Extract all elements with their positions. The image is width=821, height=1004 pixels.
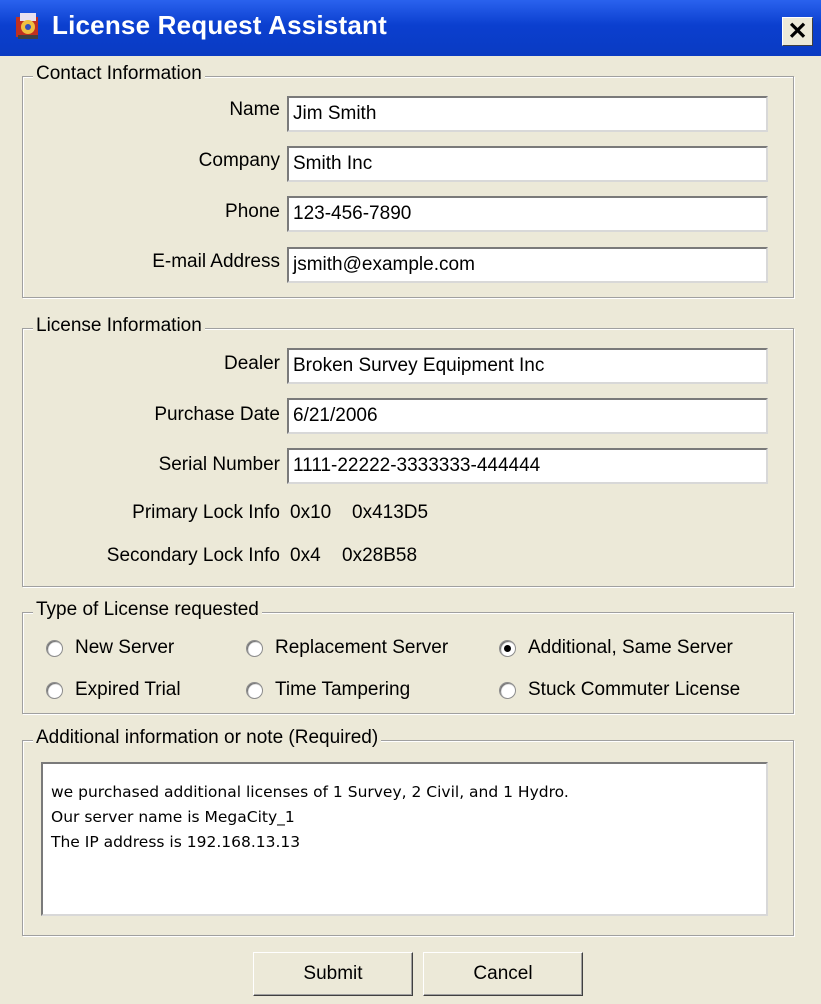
radio-expired-trial-label: Expired Trial bbox=[75, 679, 181, 700]
radio-new-server-label: New Server bbox=[75, 637, 175, 658]
radio-new-server[interactable]: New Server bbox=[46, 637, 174, 659]
close-icon[interactable]: ✕ bbox=[782, 17, 813, 46]
radio-stuck-commuter-license-label: Stuck Commuter License bbox=[528, 679, 741, 700]
radio-icon bbox=[46, 681, 63, 699]
notes-legend: Additional information or note (Required… bbox=[33, 727, 382, 749]
radio-icon bbox=[246, 681, 263, 699]
primary-lock-info-label: Primary Lock Info bbox=[132, 502, 280, 523]
dealer-label: Dealer bbox=[224, 353, 280, 374]
radio-icon bbox=[499, 681, 516, 699]
radio-expired-trial[interactable]: Expired Trial bbox=[46, 679, 181, 701]
radio-replacement-server-label: Replacement Server bbox=[275, 637, 449, 658]
company-field[interactable]: Smith Inc bbox=[287, 146, 768, 182]
app-icon bbox=[16, 13, 38, 39]
contact-information-legend: Contact Information bbox=[33, 63, 205, 85]
license-request-dialog: License Request Assistant ✕ Contact Info… bbox=[0, 0, 821, 1004]
email-field[interactable]: jsmith@example.com bbox=[287, 247, 768, 283]
radio-time-tampering[interactable]: Time Tampering bbox=[246, 679, 410, 701]
notes-line: The IP address is 192.168.13.13 bbox=[51, 833, 301, 851]
cancel-button[interactable]: Cancel bbox=[423, 952, 583, 996]
radio-additional-same-server-label: Additional, Same Server bbox=[528, 637, 733, 658]
purchase-date-label: Purchase Date bbox=[154, 404, 280, 425]
primary-lock-info-value-2: 0x413D5 bbox=[352, 502, 429, 523]
email-label: E-mail Address bbox=[152, 251, 280, 272]
notes-line: we purchased additional licenses of 1 Su… bbox=[51, 783, 569, 801]
radio-additional-same-server[interactable]: Additional, Same Server bbox=[499, 637, 733, 659]
window-title: License Request Assistant bbox=[52, 10, 387, 40]
secondary-lock-info-value-1: 0x4 bbox=[290, 545, 321, 566]
primary-lock-info-value-1: 0x10 bbox=[290, 502, 332, 523]
license-information-legend: License Information bbox=[33, 315, 205, 337]
notes-line: Our server name is MegaCity_1 bbox=[51, 808, 295, 826]
secondary-lock-info-label: Secondary Lock Info bbox=[106, 545, 280, 566]
phone-label: Phone bbox=[225, 201, 280, 222]
license-type-legend: Type of License requested bbox=[33, 599, 262, 621]
radio-stuck-commuter-license[interactable]: Stuck Commuter License bbox=[499, 679, 740, 701]
radio-time-tampering-label: Time Tampering bbox=[275, 679, 411, 700]
radio-icon bbox=[46, 639, 63, 657]
purchase-date-field[interactable]: 6/21/2006 bbox=[287, 398, 768, 434]
radio-replacement-server[interactable]: Replacement Server bbox=[246, 637, 448, 659]
notes-textarea[interactable]: we purchased additional licenses of 1 Su… bbox=[41, 762, 768, 916]
radio-icon bbox=[499, 639, 516, 657]
secondary-lock-info-value-2: 0x28B58 bbox=[342, 545, 418, 566]
submit-button[interactable]: Submit bbox=[253, 952, 413, 996]
phone-field[interactable]: 123-456-7890 bbox=[287, 196, 768, 232]
name-field[interactable]: Jim Smith bbox=[287, 96, 768, 132]
name-label: Name bbox=[229, 99, 280, 120]
dealer-field[interactable]: Broken Survey Equipment Inc bbox=[287, 348, 768, 384]
serial-number-label: Serial Number bbox=[158, 454, 280, 475]
serial-number-field[interactable]: 1111-22222-3333333-444444 bbox=[287, 448, 768, 484]
company-label: Company bbox=[198, 150, 280, 171]
radio-icon bbox=[246, 639, 263, 657]
title-bar[interactable]: License Request Assistant ✕ bbox=[0, 0, 821, 56]
